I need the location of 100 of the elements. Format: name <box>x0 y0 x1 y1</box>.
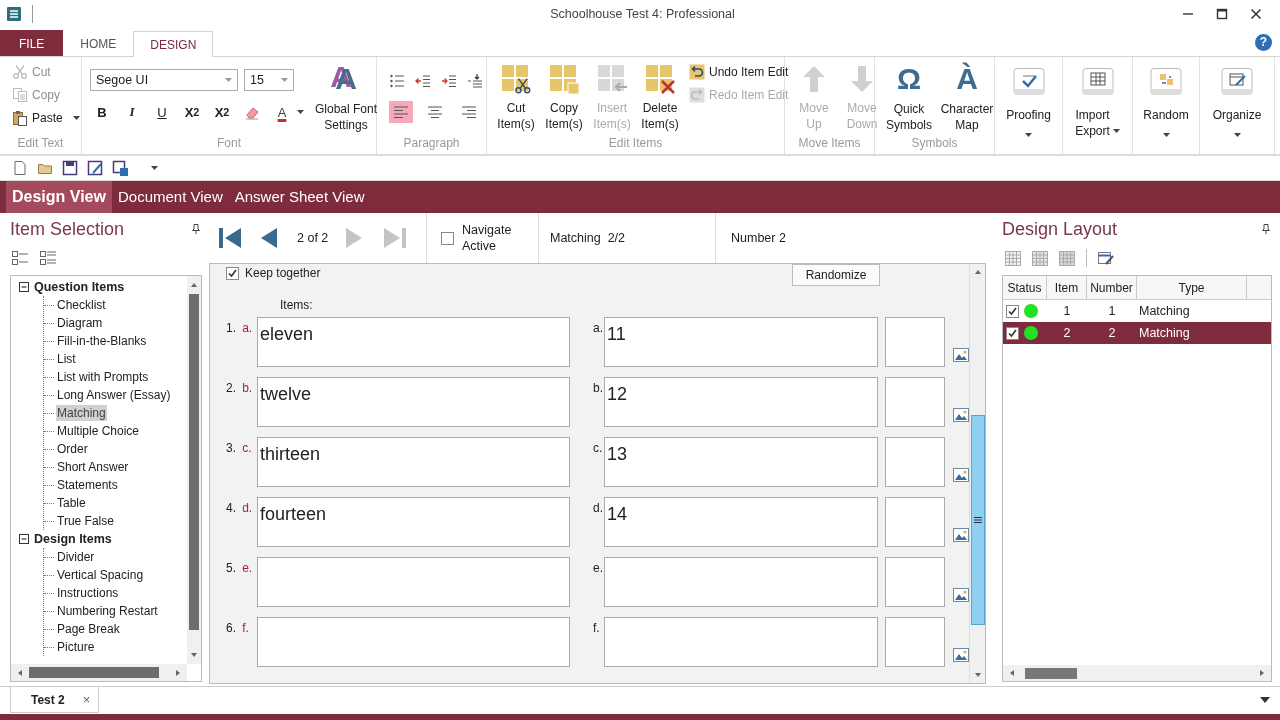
bullet-list-icon[interactable] <box>389 73 405 89</box>
item-field[interactable]: eleven <box>257 317 570 367</box>
tree-item[interactable]: Picture <box>56 639 96 655</box>
help-button[interactable]: ? <box>1255 34 1272 51</box>
image-icon[interactable] <box>953 647 969 663</box>
item-field[interactable] <box>257 557 570 607</box>
table-row[interactable]: 1 1 Matching <box>1003 300 1271 322</box>
tree-item[interactable]: List with Prompts <box>56 369 150 385</box>
font-size-field[interactable]: 15 <box>244 69 294 91</box>
tree-item[interactable]: Numbering Restart <box>56 603 159 619</box>
ribbon-button[interactable]: Cut Item(s) <box>493 61 539 136</box>
match-field[interactable]: 11 <box>604 317 878 367</box>
randomize-button[interactable]: Randomize <box>792 264 880 286</box>
ribbon-tab[interactable]: DESIGN <box>133 31 214 57</box>
bold-button[interactable]: B <box>90 101 114 123</box>
answer-key-field[interactable] <box>885 557 945 607</box>
tree-item[interactable]: List <box>56 351 77 367</box>
document-tab[interactable]: Test 2 × <box>10 687 100 713</box>
image-icon[interactable] <box>953 527 969 543</box>
italic-button[interactable]: I <box>120 101 144 123</box>
edit-table-icon[interactable] <box>1098 250 1114 266</box>
align-left-button[interactable] <box>389 101 413 123</box>
item-field[interactable]: twelve <box>257 377 570 427</box>
tree-item[interactable]: Multiple Choice <box>56 423 141 439</box>
checkbox[interactable] <box>226 266 239 280</box>
pin-icon[interactable] <box>190 223 202 235</box>
answer-key-field[interactable] <box>885 437 945 487</box>
tree-item[interactable]: Divider <box>56 549 96 565</box>
image-icon[interactable] <box>953 347 969 363</box>
match-field[interactable] <box>604 617 878 667</box>
table-row[interactable]: 2 2 Matching <box>1003 322 1271 344</box>
image-icon[interactable] <box>953 587 969 603</box>
answer-key-field[interactable] <box>885 377 945 427</box>
dropdown-caret-icon[interactable] <box>1260 697 1270 703</box>
tree-item[interactable]: Table <box>56 495 87 511</box>
column-header[interactable]: Number <box>1087 276 1137 299</box>
decrease-indent-icon[interactable] <box>415 73 431 89</box>
tree-item[interactable]: Order <box>56 441 89 457</box>
tree-item[interactable]: Fill-in-the-Blanks <box>56 333 148 349</box>
collapse-icon[interactable] <box>19 534 29 544</box>
answer-key-field[interactable] <box>885 497 945 547</box>
ribbon-menu-button[interactable]: Import Export <box>1063 61 1132 154</box>
horizontal-scrollbar[interactable] <box>1003 665 1271 681</box>
tree-item[interactable]: Matching <box>56 405 107 421</box>
collapse-icon[interactable] <box>19 282 29 292</box>
first-icon[interactable] <box>217 225 243 251</box>
tree-item[interactable]: Diagram <box>56 315 104 331</box>
close-icon[interactable] <box>1250 8 1262 20</box>
global-font-settings-button[interactable]: A Global Font Settings <box>310 61 382 136</box>
ribbon-menu-button[interactable]: Random <box>1133 61 1199 154</box>
vertical-scrollbar[interactable] <box>969 264 985 683</box>
checkbox[interactable] <box>1006 326 1019 340</box>
column-header[interactable]: Type <box>1137 276 1247 299</box>
close-tab-button[interactable]: × <box>82 692 91 707</box>
tree-item[interactable]: Long Answer (Essay) <box>56 387 172 403</box>
answer-key-field[interactable] <box>885 317 945 367</box>
tree-item[interactable]: Statements <box>56 477 119 493</box>
image-icon[interactable] <box>953 467 969 483</box>
font-color-button[interactable]: A <box>270 101 294 123</box>
answer-key-field[interactable] <box>885 617 945 667</box>
horizontal-scrollbar[interactable] <box>11 664 187 681</box>
checkbox[interactable] <box>1006 304 1019 318</box>
tree-group[interactable]: Question Items <box>34 280 125 294</box>
maximize-icon[interactable] <box>1216 8 1228 20</box>
new-document-icon[interactable] <box>12 159 28 176</box>
line-spacing-icon[interactable] <box>467 73 483 89</box>
tree-item[interactable]: Vertical Spacing <box>56 567 145 583</box>
ribbon-button[interactable]: Delete Item(s) <box>637 61 683 136</box>
ribbon-menu-button[interactable]: Organize <box>1200 61 1274 154</box>
item-field[interactable]: fourteen <box>257 497 570 547</box>
save-edit-icon[interactable] <box>87 159 103 176</box>
image-icon[interactable] <box>953 407 969 423</box>
vertical-scrollbar[interactable] <box>187 276 201 664</box>
save-icon[interactable] <box>62 159 78 176</box>
view-tab[interactable]: Document View <box>111 181 229 213</box>
match-field[interactable]: 13 <box>604 437 878 487</box>
match-field[interactable]: 12 <box>604 377 878 427</box>
underline-button[interactable]: U <box>150 101 174 123</box>
tree-item[interactable]: Checklist <box>56 297 107 313</box>
increase-indent-icon[interactable] <box>441 73 457 89</box>
ribbon-button[interactable]: À Character Map <box>939 61 995 136</box>
ribbon-tab[interactable]: FILE <box>0 30 64 56</box>
item-field[interactable] <box>257 617 570 667</box>
view-tab[interactable]: Design View <box>6 181 112 213</box>
view-tab[interactable]: Answer Sheet View <box>228 181 371 213</box>
tree-item[interactable]: True False <box>56 513 115 529</box>
match-field[interactable]: 14 <box>604 497 878 547</box>
checkbox[interactable] <box>441 231 454 245</box>
tree-item[interactable]: Instructions <box>56 585 120 601</box>
column-header[interactable]: Status <box>1003 276 1047 299</box>
column-header[interactable]: Item <box>1047 276 1087 299</box>
tree-item[interactable]: Page Break <box>56 621 121 637</box>
match-field[interactable] <box>604 557 878 607</box>
list-view-icon[interactable] <box>40 250 56 266</box>
tree-item[interactable]: Short Answer <box>56 459 130 475</box>
ribbon-button[interactable]: Paste <box>12 107 80 128</box>
ribbon-menu-button[interactable]: Proofing <box>995 61 1062 154</box>
item-field[interactable]: thirteen <box>257 437 570 487</box>
save-template-icon[interactable] <box>112 159 128 176</box>
ribbon-tab[interactable]: HOME <box>63 30 134 56</box>
